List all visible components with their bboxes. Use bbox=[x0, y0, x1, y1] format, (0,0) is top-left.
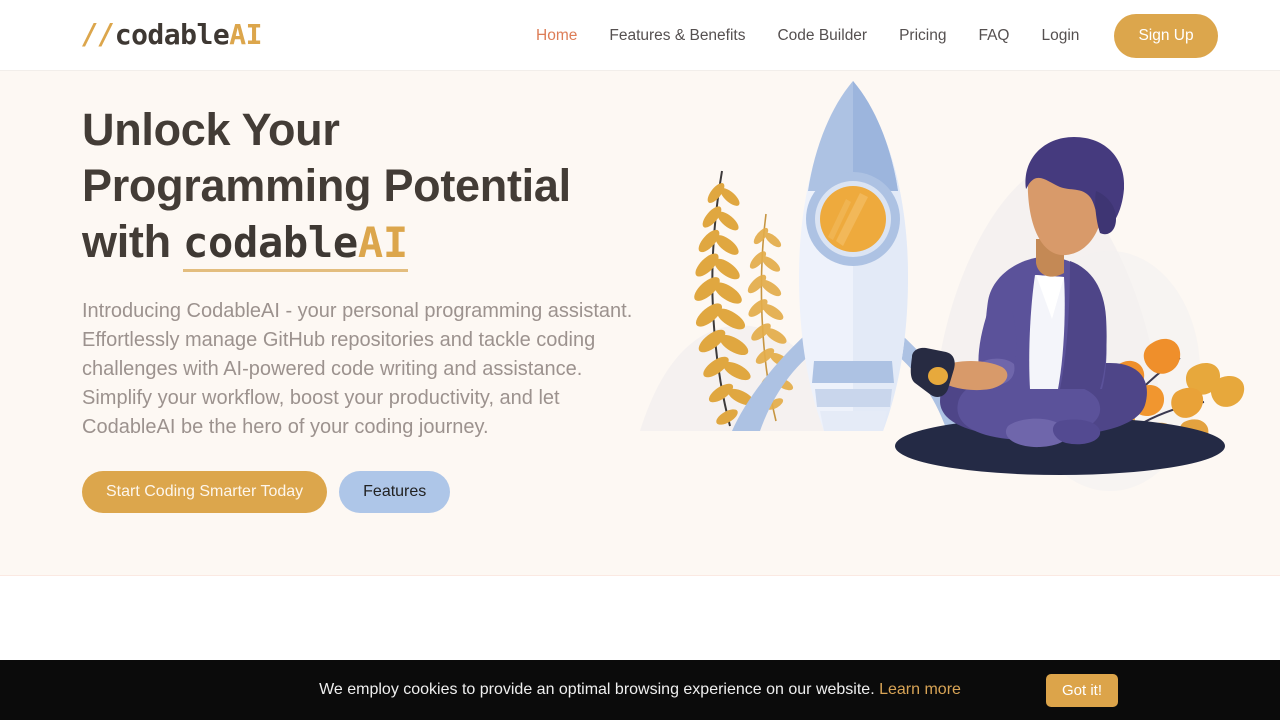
nav-link-features[interactable]: Features & Benefits bbox=[593, 27, 761, 45]
headline-brand: codableAI bbox=[182, 218, 408, 272]
cookie-accept-button[interactable]: Got it! bbox=[1046, 674, 1119, 707]
nav-link-pricing[interactable]: Pricing bbox=[883, 27, 962, 45]
hero-paragraph: Introducing CodableAI - your personal pr… bbox=[82, 300, 633, 438]
main-navigation: Home Features & Benefits Code Builder Pr… bbox=[520, 0, 1218, 71]
logo-slashes: // bbox=[82, 18, 115, 51]
headline-line-2: Programming Potential bbox=[82, 160, 571, 211]
cookie-consent-banner: We employ cookies to provide an optimal … bbox=[0, 660, 1280, 720]
nav-link-code-builder[interactable]: Code Builder bbox=[761, 27, 883, 45]
nav-link-login[interactable]: Login bbox=[1026, 27, 1096, 45]
logo-ai: AI bbox=[229, 18, 262, 51]
headline-brand-gold: AI bbox=[357, 218, 408, 267]
logo-word: codable bbox=[114, 18, 230, 51]
hero-cta-row: Start Coding Smarter Today Features bbox=[82, 471, 647, 513]
site-logo[interactable]: //codableAI bbox=[82, 18, 262, 51]
hero-copy: Unlock Your Programming Potential with c… bbox=[82, 102, 647, 513]
features-button[interactable]: Features bbox=[339, 471, 451, 513]
hero-headline: Unlock Your Programming Potential with c… bbox=[82, 102, 647, 272]
rocket-developer-illustration bbox=[640, 81, 1245, 491]
cookie-learn-more-link[interactable]: Learn more bbox=[879, 681, 961, 698]
sign-up-button[interactable]: Sign Up bbox=[1114, 13, 1218, 58]
nav-link-faq[interactable]: FAQ bbox=[962, 27, 1025, 45]
site-header: //codableAI Home Features & Benefits Cod… bbox=[0, 0, 1280, 71]
cookie-message: We employ cookies to provide an optimal … bbox=[319, 681, 875, 698]
headline-line-3-prefix: with bbox=[82, 216, 183, 267]
headline-line-1: Unlock Your bbox=[82, 104, 340, 155]
start-coding-button[interactable]: Start Coding Smarter Today bbox=[82, 471, 328, 513]
hero-section: Unlock Your Programming Potential with c… bbox=[0, 71, 1280, 576]
nav-link-home[interactable]: Home bbox=[520, 27, 593, 45]
headline-brand-dark: codable bbox=[182, 218, 358, 267]
hero-illustration bbox=[640, 71, 1280, 575]
